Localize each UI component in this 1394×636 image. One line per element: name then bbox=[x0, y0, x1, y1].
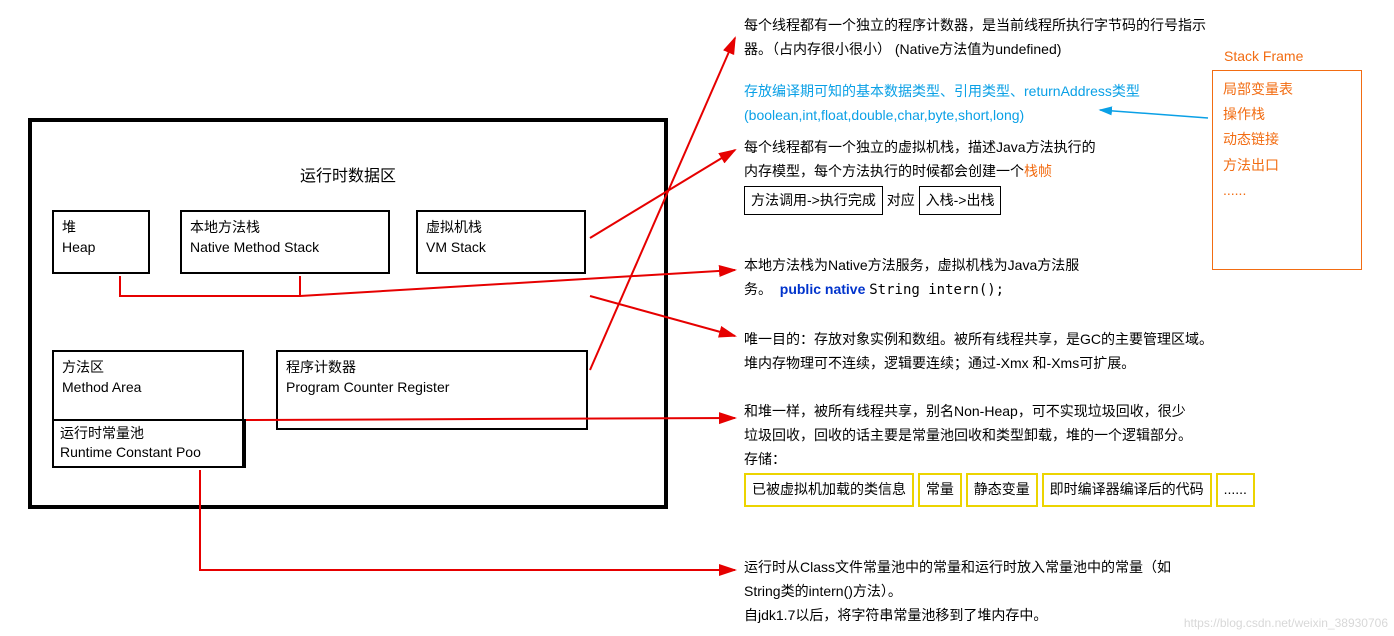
ma-y1: 已被虚拟机加载的类信息 bbox=[744, 473, 914, 507]
ma3: 存储： bbox=[744, 448, 1364, 472]
ma-y2: 常量 bbox=[918, 473, 962, 507]
ma-y5: ...... bbox=[1216, 473, 1255, 507]
native-method-stack-box: 本地方法栈 Native Method Stack bbox=[180, 210, 390, 274]
ma-en: Method Area bbox=[62, 378, 234, 398]
heap-desc: 唯一目的：存放对象实例和数组。被所有线程共享，是GC的主要管理区域。 堆内存物理… bbox=[744, 328, 1364, 376]
runtime-title: 运行时数据区 bbox=[32, 162, 664, 186]
runtime-constant-pool-box: 运行时常量池 Runtime Constant Poo bbox=[52, 419, 246, 468]
heap-box: 堆 Heap bbox=[52, 210, 150, 274]
ma-y4: 即时编译器编译后的代码 bbox=[1042, 473, 1212, 507]
sf-i1: 局部变量表 bbox=[1223, 77, 1351, 102]
nms2: 务。 bbox=[744, 281, 772, 297]
rcp-en: Runtime Constant Poo bbox=[60, 443, 238, 463]
code-kw: public native bbox=[780, 281, 866, 297]
heap-cn: 堆 bbox=[62, 218, 140, 238]
pc-native: (Native方法值为undefined) bbox=[895, 41, 1062, 57]
rcp2: String类的intern()方法）。 bbox=[744, 580, 1364, 604]
heap-en: Heap bbox=[62, 238, 140, 258]
rcp-cn: 运行时常量池 bbox=[60, 424, 238, 444]
ma-y3: 静态变量 bbox=[966, 473, 1038, 507]
stack-frame-title: Stack Frame bbox=[1224, 48, 1303, 64]
sf-i3: 动态链接 bbox=[1223, 127, 1351, 152]
pcr-en: Program Counter Register bbox=[286, 378, 578, 398]
heap1: 唯一目的：存放对象实例和数组。被所有线程共享，是GC的主要管理区域。 bbox=[744, 328, 1364, 352]
method-area-box: 方法区 Method Area 运行时常量池 Runtime Constant … bbox=[52, 350, 244, 468]
sf-i2: 操作栈 bbox=[1223, 102, 1351, 127]
nms-cn: 本地方法栈 bbox=[190, 218, 380, 238]
code: String intern(); bbox=[869, 282, 1004, 298]
ma-yellow-row: 已被虚拟机加载的类信息 常量 静态变量 即时编译器编译后的代码 ...... bbox=[744, 471, 1364, 509]
vms2: 内存模型，每个方法执行的时候都会创建一个 bbox=[744, 163, 1024, 179]
pc-line1: 每个线程都有一个独立的程序计数器，是当前线程所执行字节码的行号指示 bbox=[744, 14, 1364, 38]
ma1: 和堆一样，被所有线程共享，别名Non-Heap，可不实现垃圾回收，很少 bbox=[744, 400, 1364, 424]
vms-cn: 虚拟机栈 bbox=[426, 218, 576, 238]
program-counter-box: 程序计数器 Program Counter Register bbox=[276, 350, 588, 430]
ma2: 垃圾回收，回收的话主要是常量池回收和类型卸载，堆的一个逻辑部分。 bbox=[744, 424, 1364, 448]
heap2: 堆内存物理可不连续，逻辑要连续；通过-Xmx 和-Xms可扩展。 bbox=[744, 352, 1364, 376]
sf-i5: ...... bbox=[1223, 178, 1351, 203]
stack-box: 入栈->出栈 bbox=[919, 186, 1002, 216]
vms-en: VM Stack bbox=[426, 238, 576, 258]
nms-en: Native Method Stack bbox=[190, 238, 380, 258]
watermark: https://blog.csdn.net/weixin_38930706 bbox=[1184, 616, 1388, 630]
nms-line2: 务。 public native String intern(); bbox=[744, 278, 1364, 303]
dydy: 对应 bbox=[887, 192, 915, 208]
frame-word: 栈帧 bbox=[1024, 163, 1052, 179]
pc-line2: 器。（占内存很小很小） bbox=[744, 41, 891, 57]
vm-stack-box: 虚拟机栈 VM Stack bbox=[416, 210, 586, 274]
call-box: 方法调用->执行完成 bbox=[744, 186, 883, 216]
sf-i4: 方法出口 bbox=[1223, 153, 1351, 178]
pcr-cn: 程序计数器 bbox=[286, 358, 578, 378]
ma-desc: 和堆一样，被所有线程共享，别名Non-Heap，可不实现垃圾回收，很少 垃圾回收… bbox=[744, 400, 1364, 509]
ma-cn: 方法区 bbox=[62, 358, 234, 378]
stack-frame-box: 局部变量表 操作栈 动态链接 方法出口 ...... bbox=[1212, 70, 1362, 270]
rcp1: 运行时从Class文件常量池中的常量和运行时放入常量池中的常量（如 bbox=[744, 556, 1364, 580]
